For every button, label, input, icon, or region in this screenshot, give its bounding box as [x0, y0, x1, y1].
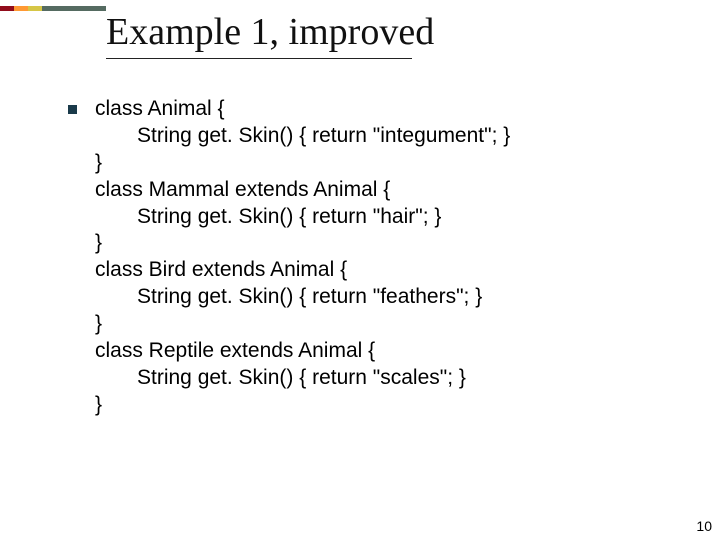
bullet-icon	[68, 105, 77, 114]
accent-seg-orange	[14, 6, 28, 11]
code-line: }	[95, 231, 102, 254]
code-line: class Reptile extends Animal {	[95, 339, 375, 362]
code-line: }	[95, 151, 102, 174]
accent-seg-green	[42, 6, 106, 11]
code-line: class Animal {	[95, 97, 225, 120]
code-line: String get. Skin() { return "integument"…	[95, 123, 510, 150]
accent-seg-yellow	[28, 6, 42, 11]
accent-bar	[0, 6, 106, 11]
slide-title: Example 1, improved	[106, 10, 434, 54]
code-line: class Bird extends Animal {	[95, 258, 347, 281]
accent-seg-red	[0, 6, 14, 11]
code-block: class Animal { String get. Skin() { retu…	[95, 96, 510, 419]
code-line: }	[95, 312, 102, 335]
page-number: 10	[696, 518, 712, 534]
code-line: String get. Skin() { return "hair"; }	[95, 204, 510, 231]
code-line: String get. Skin() { return "feathers"; …	[95, 284, 510, 311]
code-line: String get. Skin() { return "scales"; }	[95, 365, 510, 392]
bullet-item: class Animal { String get. Skin() { retu…	[68, 96, 680, 419]
slide-body: class Animal { String get. Skin() { retu…	[68, 96, 680, 419]
title-underline	[106, 58, 412, 59]
code-line: }	[95, 393, 102, 416]
code-line: class Mammal extends Animal {	[95, 178, 390, 201]
